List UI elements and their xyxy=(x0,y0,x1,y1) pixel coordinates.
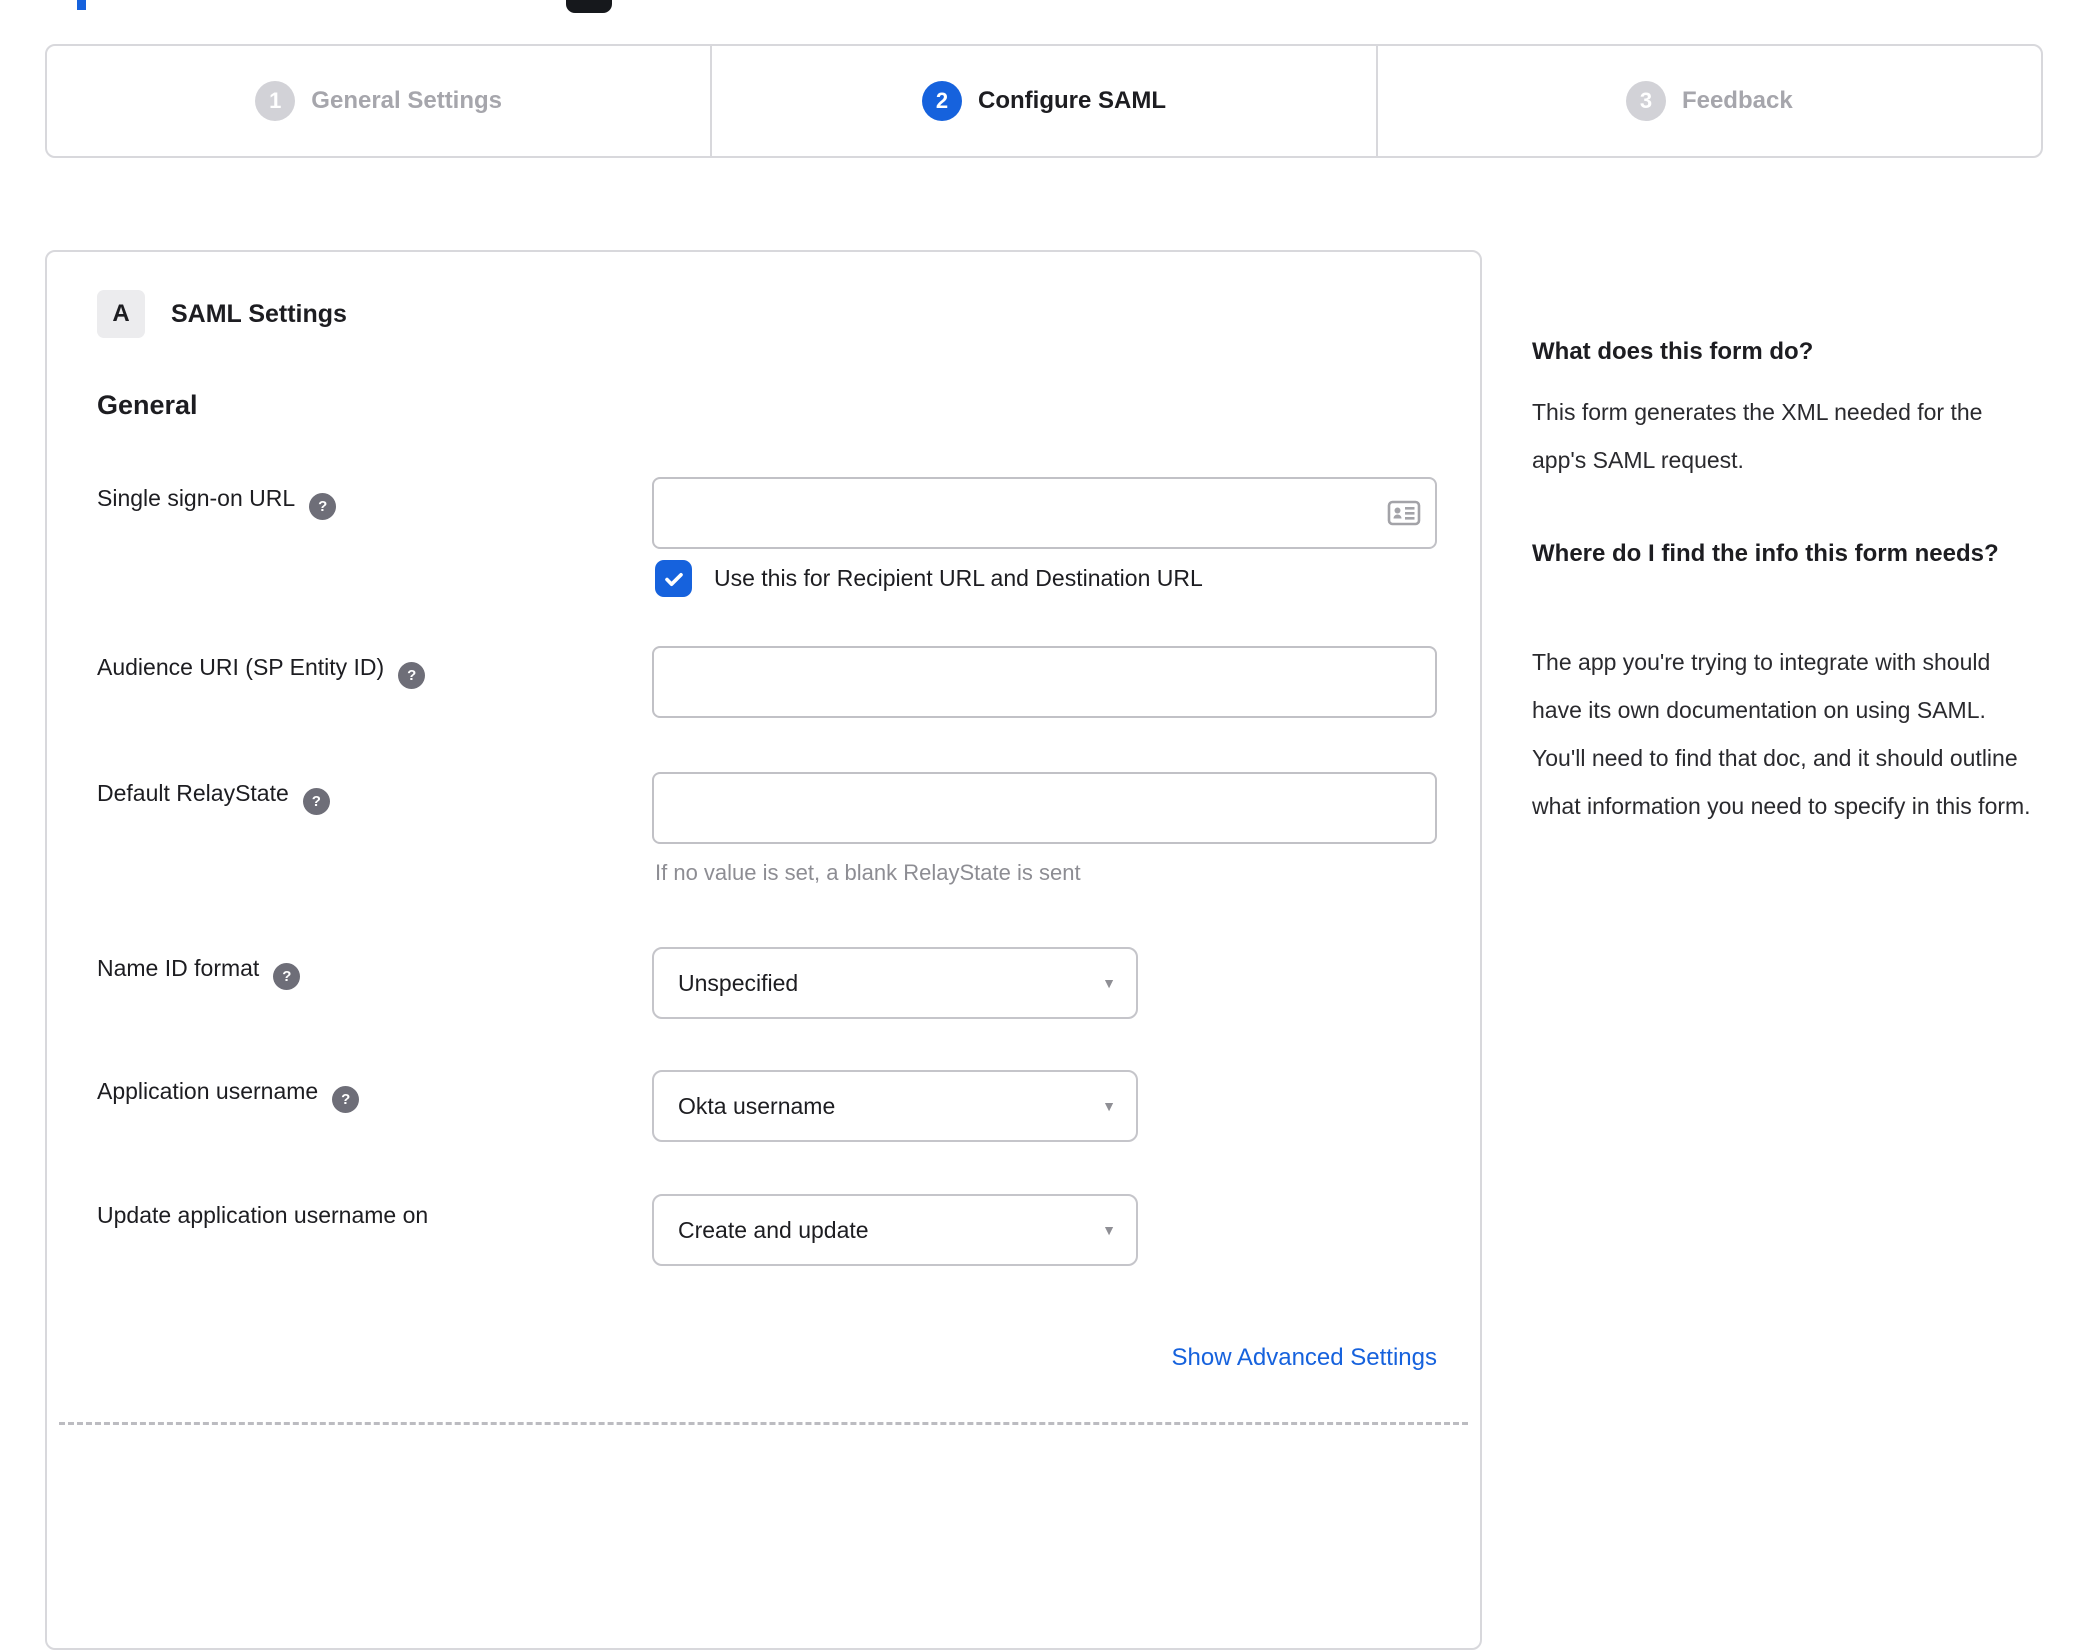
recipient-url-checkbox[interactable] xyxy=(655,560,692,597)
application-username-label: Application username? xyxy=(97,1078,360,1113)
wizard-stepper: 1 General Settings 2 Configure SAML 3 Fe… xyxy=(45,44,2043,158)
step-1-label: General Settings xyxy=(311,87,503,114)
help-answer-2: The app you're trying to integrate with … xyxy=(1532,649,2031,819)
help-answer-1: This form generates the XML needed for t… xyxy=(1532,399,1983,473)
clipped-header-logo xyxy=(566,0,612,13)
chevron-down-icon: ▼ xyxy=(1102,1222,1116,1238)
step-configure-saml[interactable]: 2 Configure SAML xyxy=(712,46,1378,156)
chevron-down-icon: ▼ xyxy=(1102,975,1116,991)
update-app-username-label: Update application username on xyxy=(97,1202,429,1228)
update-app-username-select[interactable]: Create and update ▼ xyxy=(652,1194,1138,1266)
clipped-header-accent xyxy=(77,0,86,10)
section-title: SAML Settings xyxy=(171,300,347,328)
help-icon[interactable]: ? xyxy=(332,1086,360,1113)
help-icon[interactable]: ? xyxy=(302,788,330,815)
audience-uri-label: Audience URI (SP Entity ID)? xyxy=(97,654,426,689)
recipient-url-checkbox-row: Use this for Recipient URL and Destinati… xyxy=(655,560,1203,597)
step-3-label: Feedback xyxy=(1681,87,1793,114)
recipient-url-checkbox-label: Use this for Recipient URL and Destinati… xyxy=(714,565,1203,591)
relaystate-hint: If no value is set, a blank RelayState i… xyxy=(655,860,1081,885)
section-a-badge: A xyxy=(97,290,145,338)
configure-saml-page: 1 General Settings 2 Configure SAML 3 Fe… xyxy=(0,0,2092,1650)
step-2-number-badge: 2 xyxy=(922,81,962,121)
show-advanced-settings-link[interactable]: Show Advanced Settings xyxy=(652,1344,1437,1372)
step-3-number-badge: 3 xyxy=(1625,81,1666,121)
chevron-down-icon: ▼ xyxy=(1102,1098,1116,1114)
panel-dashed-divider xyxy=(59,1422,1468,1425)
update-app-username-value: Create and update xyxy=(678,1216,869,1243)
name-id-format-label: Name ID format? xyxy=(97,955,301,990)
step-1-number-badge: 1 xyxy=(255,81,296,121)
help-icon[interactable]: ? xyxy=(309,493,337,520)
single-sign-on-url-field-wrap xyxy=(652,477,1437,549)
checkmark-icon xyxy=(664,572,683,586)
single-sign-on-url-label: Single sign-on URL? xyxy=(97,485,337,520)
application-username-value: Okta username xyxy=(678,1092,836,1119)
single-sign-on-url-input[interactable] xyxy=(652,477,1437,549)
default-relaystate-input[interactable] xyxy=(652,772,1437,844)
step-2-label: Configure SAML xyxy=(978,87,1166,114)
audience-uri-input[interactable] xyxy=(652,646,1437,718)
step-feedback[interactable]: 3 Feedback xyxy=(1378,46,2041,156)
saml-settings-panel: A SAML Settings General Single sign-on U… xyxy=(45,250,1482,1650)
application-username-select[interactable]: Okta username ▼ xyxy=(652,1070,1138,1142)
general-group-title: General xyxy=(97,390,198,420)
step-general-settings[interactable]: 1 General Settings xyxy=(47,46,713,156)
name-id-format-value: Unspecified xyxy=(678,969,799,996)
help-icon[interactable]: ? xyxy=(398,662,426,689)
help-icon[interactable]: ? xyxy=(273,963,301,990)
name-id-format-select[interactable]: Unspecified ▼ xyxy=(652,947,1138,1019)
help-question-2: Where do I find the info this form needs… xyxy=(1532,540,1999,567)
default-relaystate-label: Default RelayState? xyxy=(97,780,330,815)
help-question-1: What does this form do? xyxy=(1532,338,1814,365)
